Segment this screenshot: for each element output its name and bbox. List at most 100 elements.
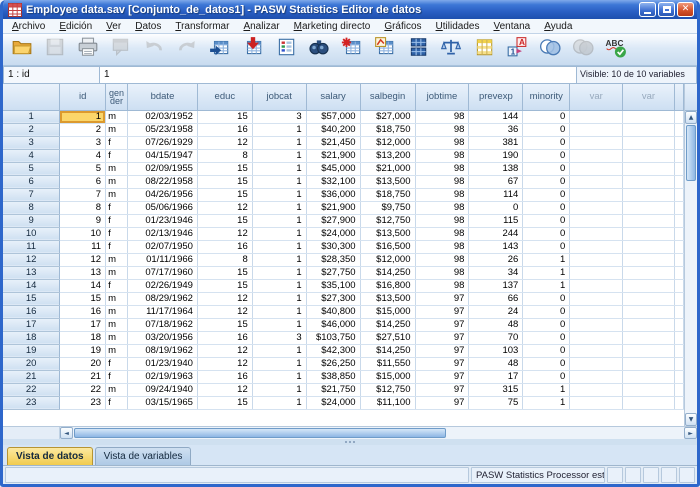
grid-cell[interactable]: 9 [60,214,106,227]
grid-cell[interactable]: f [106,227,128,240]
grid-cell[interactable]: $14,250 [360,318,415,331]
grid-cell[interactable]: 5 [60,162,106,175]
grid-cell[interactable]: 1 [252,214,306,227]
grid-cell[interactable]: 17 [469,370,523,383]
horizontal-scroll-track[interactable] [447,427,684,439]
grid-cell[interactable]: $40,800 [306,305,360,318]
grid-cell[interactable]: 14 [60,279,106,292]
grid-cell[interactable]: $9,750 [360,201,415,214]
grid-cell[interactable]: f [106,396,128,409]
grid-cell[interactable]: 2 [60,123,106,136]
grid-cell[interactable]: $21,000 [360,162,415,175]
grid-cell[interactable]: $21,750 [306,383,360,396]
column-header-educ[interactable]: educ [197,84,252,110]
grid-cell[interactable] [623,318,675,331]
grid-cell[interactable]: $12,750 [360,383,415,396]
grid-cell[interactable]: 381 [469,136,523,149]
grid-cell[interactable]: 98 [415,201,469,214]
grid-cell[interactable]: $18,750 [360,123,415,136]
row-header-10[interactable]: 10 [3,227,60,240]
grid-cell[interactable]: 01/11/1966 [128,253,198,266]
grid-cell[interactable]: 98 [415,279,469,292]
row-header-22[interactable]: 22 [3,383,60,396]
insert-variable-button[interactable] [371,37,399,63]
row-header-3[interactable]: 3 [3,136,60,149]
scroll-right-arrow-icon[interactable]: ► [684,427,697,439]
grid-cell[interactable]: 138 [469,162,523,175]
grid-cell[interactable]: 07/18/1962 [128,318,198,331]
grid-cell[interactable]: 244 [469,227,523,240]
grid-cell[interactable]: 7 [60,188,106,201]
menu-utilidades[interactable]: Utilidades [429,20,487,33]
grid-cell[interactable]: 12 [60,253,106,266]
row-header-16[interactable]: 16 [3,305,60,318]
grid-cell[interactable]: 07/26/1929 [128,136,198,149]
column-header-jobcat[interactable]: jobcat [252,84,306,110]
grid-cell[interactable] [570,331,623,344]
grid-cell[interactable]: 0 [523,214,570,227]
grid-cell[interactable]: 0 [523,305,570,318]
grid-cell[interactable]: 1 [252,292,306,305]
grid-cell[interactable]: $13,500 [360,227,415,240]
grid-cell[interactable]: m [106,305,128,318]
grid-cell[interactable]: $24,000 [306,396,360,409]
grid-cell[interactable]: 02/09/1955 [128,162,198,175]
grid-cell[interactable]: 66 [469,292,523,305]
grid-cell[interactable] [623,123,675,136]
grid-cell[interactable]: m [106,292,128,305]
grid-cell[interactable]: 21 [60,370,106,383]
grid-cell[interactable]: 98 [415,227,469,240]
grid-cell[interactable]: 98 [415,110,469,123]
grid-cell[interactable]: 1 [252,396,306,409]
grid-cell[interactable]: 98 [415,136,469,149]
cell-editor[interactable]: 1 [100,66,577,84]
grid-cell[interactable] [623,110,675,123]
grid-cell[interactable]: 15 [60,292,106,305]
grid-cell[interactable]: f [106,240,128,253]
menu-ver[interactable]: Ver [99,20,128,33]
grid-cell[interactable]: 1 [252,357,306,370]
grid-cell[interactable]: $35,100 [306,279,360,292]
grid-cell[interactable]: 15 [197,110,252,123]
menu-ventana[interactable]: Ventana [486,20,537,33]
grid-cell[interactable]: $24,000 [306,227,360,240]
grid-cell[interactable] [570,175,623,188]
grid-cell[interactable]: $38,850 [306,370,360,383]
column-header-minority[interactable]: minority [523,84,570,110]
grid-cell[interactable]: f [106,201,128,214]
grid-cell[interactable]: 98 [415,149,469,162]
grid-cell[interactable]: 1 [252,123,306,136]
row-header-18[interactable]: 18 [3,331,60,344]
grid-cell[interactable]: 15 [197,188,252,201]
minimize-button[interactable] [639,2,656,17]
grid-cell[interactable]: 8 [197,253,252,266]
grid-cell[interactable]: 08/22/1958 [128,175,198,188]
grid-cell[interactable] [623,214,675,227]
grid-cell[interactable]: 15 [197,266,252,279]
grid-cell[interactable]: $46,000 [306,318,360,331]
grid-cell[interactable]: 75 [469,396,523,409]
grid-cell[interactable]: 114 [469,188,523,201]
grid-cell[interactable] [570,344,623,357]
grid-cell[interactable]: 3 [252,331,306,344]
grid-cell[interactable]: m [106,331,128,344]
grid-cell[interactable]: 8 [60,201,106,214]
grid-cell[interactable]: 3 [252,110,306,123]
grid-cell[interactable]: 22 [60,383,106,396]
grid-cell[interactable]: 12 [197,383,252,396]
insert-cases-button[interactable] [338,37,366,63]
grid-cell[interactable] [570,318,623,331]
grid-cell[interactable]: 98 [415,266,469,279]
row-header-2[interactable]: 2 [3,123,60,136]
grid-cell[interactable]: 0 [523,318,570,331]
grid-cell[interactable]: $21,900 [306,149,360,162]
grid-cell[interactable]: 137 [469,279,523,292]
grid-cell[interactable] [570,227,623,240]
grid-cell[interactable]: 1 [523,396,570,409]
column-header-salary[interactable]: salary [306,84,360,110]
grid-cell[interactable]: $28,350 [306,253,360,266]
grid-cell[interactable]: 03/15/1965 [128,396,198,409]
menu-analizar[interactable]: Analizar [236,20,286,33]
tab-vista-de-datos[interactable]: Vista de datos [7,447,93,465]
spell-check-button[interactable]: ABC [602,37,630,63]
